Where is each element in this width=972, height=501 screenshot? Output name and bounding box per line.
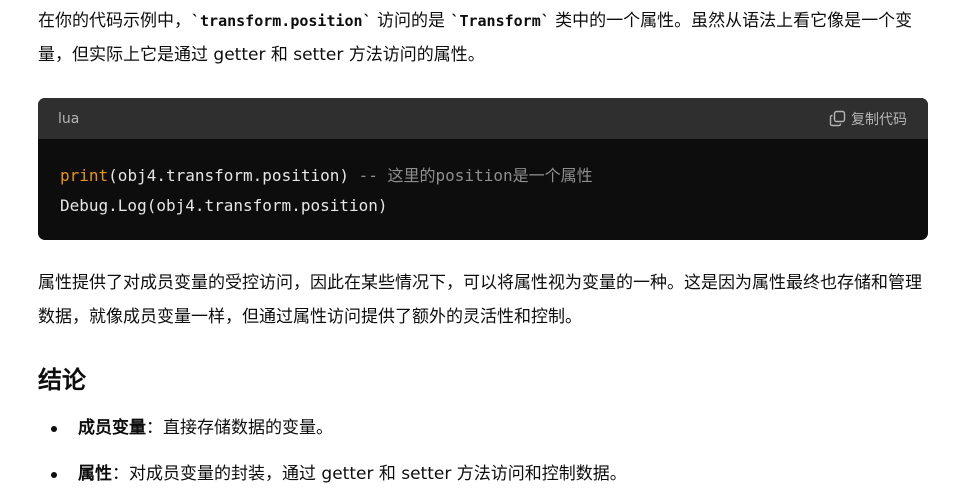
code-block: lua 复制代码 print(obj4.transform.position) … [38, 98, 928, 240]
intro-text-1: 在你的代码示例中， [38, 11, 191, 31]
list-item: 属性：对成员变量的封装，通过 getter 和 setter 方法访问和控制数据… [38, 455, 627, 501]
intro-text-2: 访问的是 [371, 11, 451, 31]
code-language-label: lua [58, 110, 80, 127]
code-keyword-print: print [60, 166, 109, 185]
code-content: print(obj4.transform.position) -- 这里的pos… [38, 139, 928, 221]
copy-code-button[interactable]: 复制代码 [829, 109, 907, 129]
explanation-paragraph: 属性提供了对成员变量的受控访问，因此在某些情况下，可以将属性视为变量的一种。这是… [38, 273, 922, 327]
list-item-desc: ：直接存储数据的变量。 [146, 418, 333, 438]
list-item-term: 属性 [78, 464, 112, 484]
copy-icon [829, 110, 846, 127]
inline-code-transform-position: `transform.position` [191, 12, 372, 30]
intro-paragraph: 在你的代码示例中，`transform.position` 访问的是 `Tran… [38, 4, 938, 72]
conclusion-heading: 结论 [38, 366, 86, 394]
code-line-1: print(obj4.transform.position) -- 这里的pos… [60, 161, 906, 191]
list-item: 成员变量：直接存储数据的变量。 [38, 409, 627, 455]
code-comment: -- 这里的position是一个属性 [358, 166, 593, 185]
conclusion-list: 成员变量：直接存储数据的变量。 属性：对成员变量的封装，通过 getter 和 … [38, 409, 627, 501]
code-block-header: lua 复制代码 [38, 98, 928, 139]
list-item-term: 成员变量 [78, 418, 146, 438]
list-item-desc: ：对成员变量的封装，通过 getter 和 setter 方法访问和控制数据。 [112, 464, 627, 484]
copy-code-label: 复制代码 [851, 111, 907, 128]
code-line-1-args: (obj4.transform.position) [108, 166, 349, 185]
inline-code-transform: `Transform` [450, 12, 550, 30]
code-line-2: Debug.Log(obj4.transform.position) [60, 196, 388, 215]
